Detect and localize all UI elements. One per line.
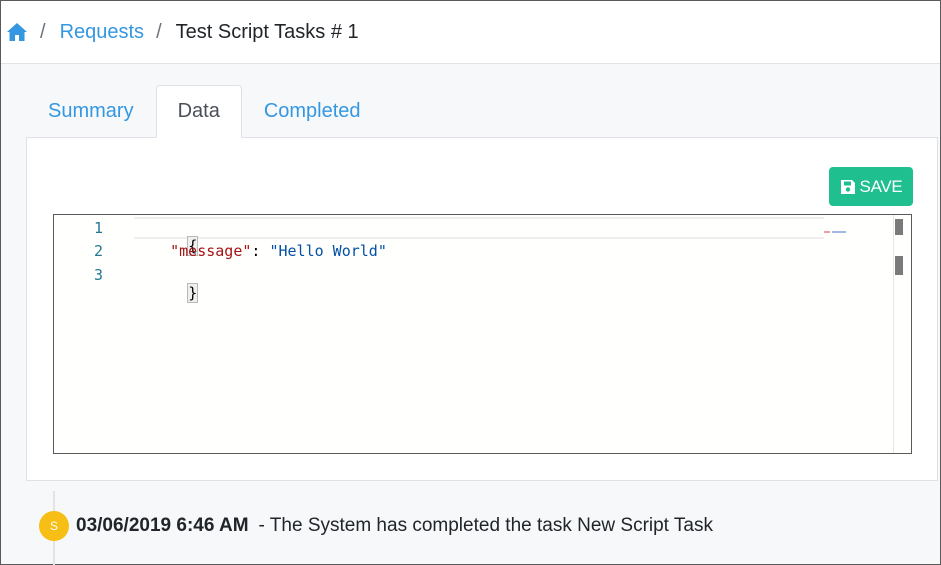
tab-completed[interactable]: Completed [242, 85, 383, 138]
scrollbar-thumb[interactable] [895, 256, 903, 275]
avatar: S [39, 511, 69, 541]
save-button-label: SAVE [859, 176, 903, 196]
code-line: } [134, 266, 199, 320]
breadcrumb-separator: / [40, 20, 46, 43]
editor-scrollbar[interactable] [893, 215, 911, 453]
minimap [824, 219, 850, 233]
breadcrumb: / Requests / Test Script Tasks # 1 [1, 1, 940, 64]
scrollbar-thumb[interactable] [895, 219, 903, 235]
current-line-highlight [134, 217, 824, 239]
data-panel: SAVE 1 2 3 { "message": "Hello World" } [26, 137, 938, 481]
timeline-item: S 03/06/2019 6:46 AM - The System has co… [39, 511, 713, 541]
tab-bar: Summary Data Completed [26, 85, 383, 138]
breadcrumb-link-requests[interactable]: Requests [60, 21, 145, 44]
line-number: 3 [93, 266, 103, 284]
save-button[interactable]: SAVE [829, 167, 913, 206]
timeline-event-text: - The System has completed the task New … [258, 515, 713, 536]
timeline-timestamp: 03/06/2019 6:46 AM [76, 515, 249, 536]
json-code-editor[interactable]: 1 2 3 { "message": "Hello World" } [53, 214, 912, 454]
json-key: "message" [170, 242, 252, 260]
line-number-gutter: 1 2 3 [54, 215, 116, 453]
line-number: 1 [93, 219, 103, 237]
json-close-brace: } [187, 283, 199, 303]
tab-summary[interactable]: Summary [26, 85, 156, 138]
json-colon: : [251, 242, 270, 260]
home-icon[interactable] [6, 22, 28, 42]
breadcrumb-separator: / [156, 20, 162, 43]
json-string-value: "Hello World" [269, 242, 387, 260]
code-line: "message": "Hello World" [134, 242, 387, 260]
line-number: 2 [93, 242, 103, 260]
tab-data[interactable]: Data [155, 85, 242, 138]
page-title: Test Script Tasks # 1 [175, 20, 359, 43]
floppy-disk-icon [840, 179, 856, 195]
